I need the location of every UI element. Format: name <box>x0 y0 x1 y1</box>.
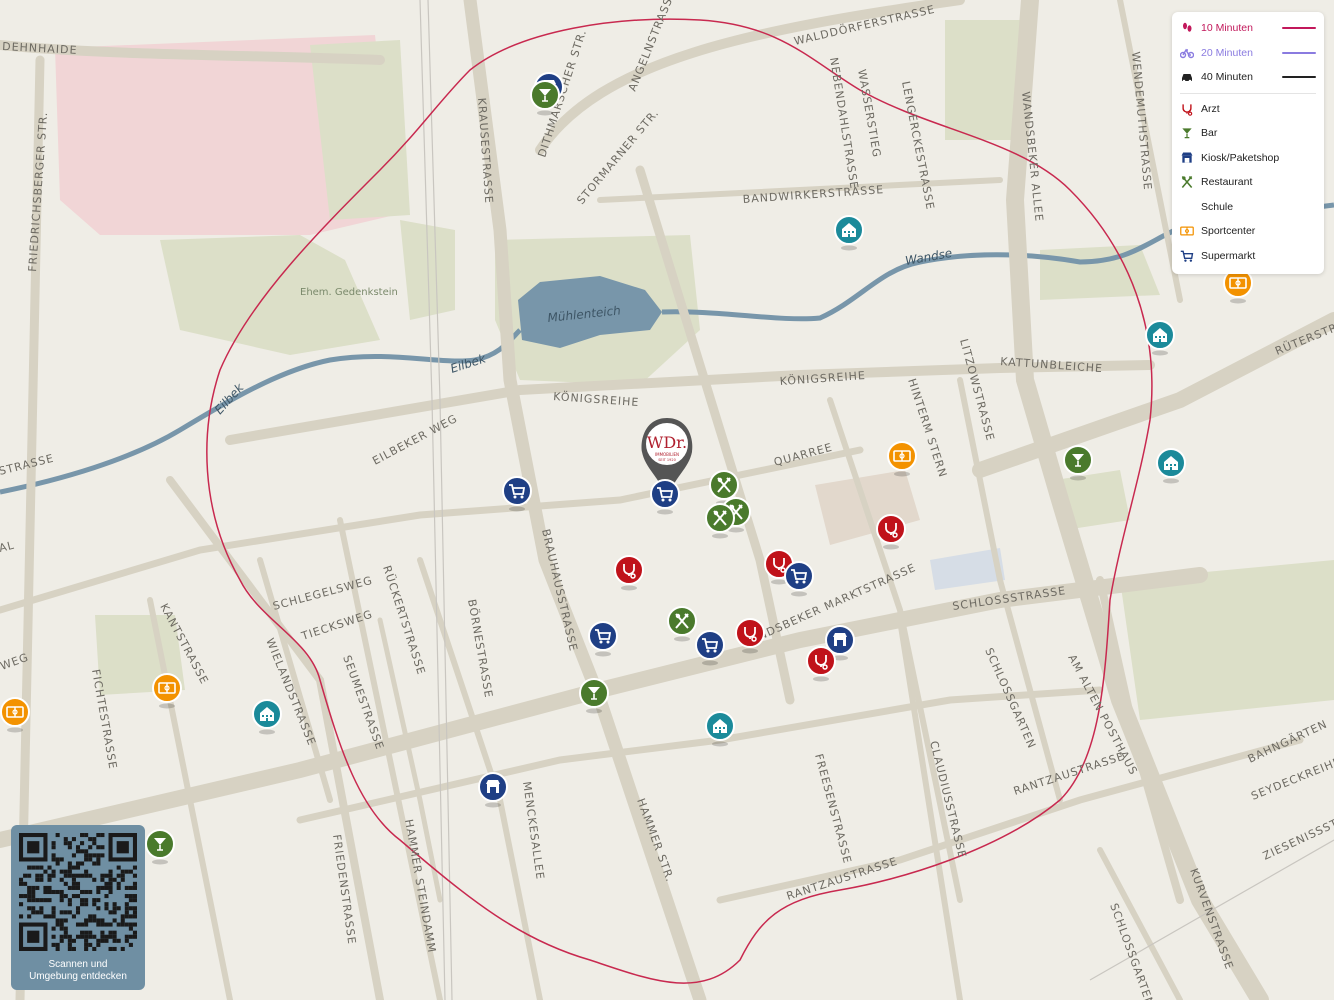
legend-row-bar: Bar <box>1180 121 1316 146</box>
logo-text: WDr. <box>647 433 687 452</box>
qr-caption: Scannen und Umgebung entdecken <box>11 959 145 983</box>
legend-line <box>1282 27 1316 30</box>
logo-subtext: SEIT 1920 <box>658 458 676 462</box>
kiosk-icon <box>1180 151 1194 165</box>
legend-divider <box>1180 92 1316 94</box>
sport-icon <box>1180 224 1194 238</box>
bar-icon <box>1180 126 1194 140</box>
doctor-icon <box>1180 102 1194 116</box>
supermarket-icon <box>1180 249 1194 263</box>
legend-row-10-min: 10 Minuten <box>1180 16 1316 41</box>
legend-row-kiosk: Kiosk/Paketshop <box>1180 146 1316 171</box>
legend-label: 40 Minuten <box>1201 71 1253 84</box>
map-canvas[interactable]: DEHNHAIDE FRIEDRICHSBERGER STR. KRAUSEST… <box>0 0 1334 1000</box>
legend-label: Supermarkt <box>1201 249 1256 262</box>
car-icon <box>1180 70 1194 84</box>
walk-icon <box>1180 21 1194 35</box>
legend-row-school: Schule <box>1180 195 1316 220</box>
legend-row-20-min: 20 Minuten <box>1180 41 1316 66</box>
park-area <box>945 20 1020 140</box>
park-area <box>1040 245 1160 300</box>
kiosk-icon <box>833 633 847 646</box>
qr-caption-line: Scannen und <box>48 959 108 970</box>
legend-row-sport: Sportcenter <box>1180 219 1316 244</box>
legend-label: Sportcenter <box>1201 225 1256 238</box>
legend-label: Kiosk/Paketshop <box>1201 151 1280 164</box>
bike-icon <box>1180 46 1194 60</box>
kiosk-icon <box>486 780 500 793</box>
logo-subtext: IMMOBILIEN <box>655 452 679 457</box>
legend-label: Arzt <box>1201 102 1220 115</box>
legend-row-restaurant: Restaurant <box>1180 170 1316 195</box>
qr-caption-line: Umgebung entdecken <box>29 971 127 982</box>
legend-label: Schule <box>1201 200 1234 213</box>
map-legend: 10 Minuten 20 Minuten 40 Minuten Arzt Bar… <box>1172 12 1324 274</box>
restaurant-icon <box>1180 175 1194 189</box>
legend-line <box>1282 76 1316 79</box>
legend-label: Restaurant <box>1201 176 1253 189</box>
legend-row-40-min: 40 Minuten <box>1180 65 1316 90</box>
legend-row-supermarket: Supermarkt <box>1180 244 1316 269</box>
area-label: Ehem. Gedenkstein <box>300 287 398 298</box>
legend-line <box>1282 51 1316 54</box>
legend-label: Bar <box>1201 127 1218 140</box>
qr-code-panel[interactable]: Scannen und Umgebung entdecken <box>11 825 145 990</box>
qr-code[interactable] <box>19 833 137 951</box>
legend-row-doctor: Arzt <box>1180 97 1316 122</box>
legend-label: 10 Minuten <box>1201 22 1253 35</box>
school-icon <box>1180 200 1194 214</box>
legend-label: 20 Minuten <box>1201 46 1253 59</box>
